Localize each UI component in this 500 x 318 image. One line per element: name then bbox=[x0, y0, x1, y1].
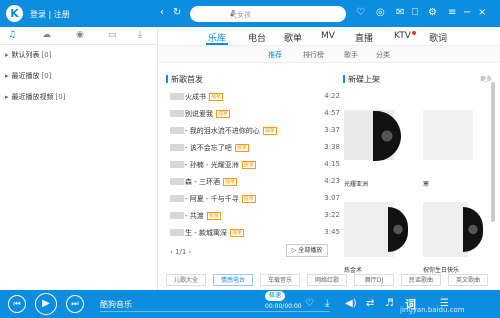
list-label: 最近播放视频 bbox=[11, 93, 54, 101]
song-row[interactable]: - 该不会忘了吧 独家 3:38 bbox=[170, 143, 340, 156]
more-link[interactable]: 更多 bbox=[480, 74, 492, 83]
tab-live[interactable]: 直播 bbox=[355, 31, 373, 44]
category-folk[interactable]: 民谣歌曲 bbox=[401, 274, 441, 286]
main-panel: 乐库 电台 歌单 MV 直播 KTV 歌词 推荐 排行榜 歌手 分类 新歌首发 … bbox=[158, 27, 500, 290]
loop-icon[interactable]: ⇄ bbox=[366, 298, 374, 309]
minimize-icon[interactable]: − bbox=[463, 8, 471, 18]
category-car[interactable]: 车载音乐 bbox=[260, 274, 300, 286]
tab-mv[interactable]: MV bbox=[321, 31, 335, 41]
computer-icon[interactable]: ▭ bbox=[108, 30, 117, 40]
pager: ‹ 1/1 › bbox=[170, 248, 191, 256]
vinyl-disc bbox=[463, 207, 483, 252]
kugou-logo[interactable]: K bbox=[6, 5, 23, 22]
new-albums-title: 新碟上架 bbox=[343, 74, 380, 85]
vinyl-disc bbox=[388, 207, 408, 252]
album-cover[interactable] bbox=[344, 202, 394, 257]
next-page-icon[interactable]: › bbox=[189, 248, 192, 256]
progress-bar[interactable] bbox=[100, 311, 330, 312]
volume-icon[interactable]: ◀) bbox=[345, 298, 357, 309]
song-row[interactable]: 生 - 款城寓深 独家 3:45 bbox=[170, 228, 340, 241]
album-cover[interactable] bbox=[423, 202, 468, 257]
category-english[interactable]: 英文歌曲 bbox=[448, 274, 488, 286]
prev-track-icon[interactable]: ⏮ bbox=[8, 295, 26, 313]
music-note-icon[interactable]: ♫ bbox=[8, 30, 16, 40]
song-row[interactable]: - 共渡 独家 3:22 bbox=[170, 211, 340, 224]
radio-icon[interactable]: ◉ bbox=[76, 30, 84, 40]
list-count: [0] bbox=[41, 51, 52, 59]
new-songs-title: 新歌首发 bbox=[166, 74, 203, 85]
sound-effect-icon[interactable]: ♬ bbox=[385, 298, 394, 309]
left-panel: ♫ ☁ ◉ ▭ ⤓ ▸ 默认列表 [0] ▸ 最近播放 [0] ▸ 最近播放视频 [0] bbox=[0, 27, 158, 290]
category-kids[interactable]: 儿歌大全 bbox=[166, 274, 206, 286]
kugou-app: K 登录 | 注册 ‹ ↻ 火女孩 ♪ ⌕ ♡ ◎ ✉ ⎕ ⚙ ≡ − × ♫ … bbox=[0, 0, 500, 318]
category-internet[interactable]: 网络红歌 bbox=[307, 274, 347, 286]
top-bar: K 登录 | 注册 ‹ ↻ 火女孩 ♪ ⌕ ♡ ◎ ✉ ⎕ ⚙ ≡ − × bbox=[0, 0, 500, 27]
login-register-link[interactable]: 登录 | 注册 bbox=[30, 9, 70, 20]
list-recent[interactable]: ▸ 最近播放 [0] bbox=[0, 66, 157, 87]
main-tabs: 乐库 电台 歌单 MV 直播 KTV 歌词 bbox=[158, 27, 500, 45]
list-count: [0] bbox=[41, 72, 52, 80]
album-cover[interactable] bbox=[423, 110, 473, 160]
now-playing-title: 酷狗音乐 bbox=[100, 300, 132, 309]
song-row[interactable]: 别说爱我 独家 4:57 bbox=[170, 109, 340, 122]
speed-mode-badge[interactable]: 极速 bbox=[265, 291, 286, 301]
subtab-recommend[interactable]: 推荐 bbox=[268, 50, 282, 60]
tab-lyrics[interactable]: 歌词 bbox=[429, 31, 447, 44]
sub-tabs: 推荐 排行榜 歌手 分类 bbox=[158, 45, 500, 63]
game-icon[interactable]: ◎ bbox=[376, 8, 385, 18]
back-icon[interactable]: ‹ bbox=[160, 8, 164, 18]
next-track-icon[interactable]: ⏭ bbox=[66, 295, 84, 313]
ktv-badge bbox=[412, 31, 416, 35]
play-icon: ▷ bbox=[291, 247, 297, 254]
album-name[interactable]: 光耀亚洲 bbox=[344, 179, 368, 188]
tab-ktv[interactable]: KTV bbox=[394, 31, 411, 41]
category-emotion[interactable]: 情感电台 bbox=[213, 274, 253, 286]
download-icon[interactable]: ⤓ bbox=[138, 30, 142, 40]
chevron-right-icon: ▸ bbox=[5, 93, 9, 101]
song-row[interactable]: - 阿夏 - 千与千寻 独家 3:07 bbox=[170, 194, 340, 207]
song-row[interactable]: - 我的泪水流不进你的心 独家 3:37 bbox=[170, 126, 340, 139]
search-input[interactable]: 火女孩 ♪ ⌕ bbox=[190, 6, 346, 22]
chevron-right-icon: ▸ bbox=[5, 51, 9, 59]
song-row[interactable]: 森 - 三环酒 独家 4:23 bbox=[170, 177, 340, 190]
page-indicator: 1/1 bbox=[175, 248, 187, 256]
close-icon[interactable]: × bbox=[478, 8, 486, 18]
refresh-icon[interactable]: ↻ bbox=[173, 8, 181, 18]
cloud-icon[interactable]: ☁ bbox=[42, 30, 51, 40]
left-tabs: ♫ ☁ ◉ ▭ ⤓ bbox=[0, 27, 157, 45]
category-dj[interactable]: 舞厅DJ bbox=[354, 274, 394, 286]
search-icon[interactable]: ⌕ bbox=[230, 8, 341, 19]
list-label: 默认列表 bbox=[11, 51, 40, 59]
mail-icon[interactable]: ✉ bbox=[396, 8, 404, 18]
skin-icon[interactable]: ♡ bbox=[356, 8, 365, 18]
vinyl-disc bbox=[373, 111, 401, 161]
play-time: 00:00/00:00 bbox=[265, 303, 302, 310]
list-recent-video[interactable]: ▸ 最近播放视频 [0] bbox=[0, 87, 157, 108]
chevron-right-icon: ▸ bbox=[5, 72, 9, 80]
tab-playlist[interactable]: 歌单 bbox=[284, 31, 302, 44]
subtab-singers[interactable]: 歌手 bbox=[344, 50, 358, 60]
subtab-charts[interactable]: 排行榜 bbox=[303, 50, 324, 60]
tab-radio[interactable]: 电台 bbox=[248, 31, 266, 44]
mini-mode-icon[interactable]: ⎕ bbox=[412, 8, 418, 18]
menu-icon[interactable]: ≡ bbox=[448, 8, 456, 18]
heart-icon[interactable]: ♡ bbox=[305, 298, 314, 309]
album-name[interactable]: 寒 bbox=[423, 179, 429, 188]
play-pause-icon[interactable]: ▶ bbox=[35, 293, 57, 315]
settings-icon[interactable]: ⚙ bbox=[428, 8, 437, 18]
list-label: 最近播放 bbox=[11, 72, 40, 80]
watermark-text: jingyan.baidu.com bbox=[400, 306, 465, 314]
download-icon[interactable]: ⤓ bbox=[325, 298, 329, 309]
list-count: [0] bbox=[55, 93, 66, 101]
scrollbar[interactable] bbox=[491, 82, 495, 222]
category-bar: 儿歌大全 情感电台 车载音乐 网络红歌 舞厅DJ 民谣歌曲 英文歌曲 bbox=[158, 271, 500, 290]
song-row[interactable]: 火成书 独家 4:22 bbox=[170, 92, 340, 105]
play-all-button[interactable]: ▷ 全部播放 bbox=[286, 244, 328, 257]
subtab-category[interactable]: 分类 bbox=[376, 50, 390, 60]
song-row[interactable]: - 孙楠 - 光耀亚洲 独家 4:15 bbox=[170, 160, 340, 173]
list-default[interactable]: ▸ 默认列表 [0] bbox=[0, 45, 157, 66]
prev-page-icon[interactable]: ‹ bbox=[170, 248, 173, 256]
